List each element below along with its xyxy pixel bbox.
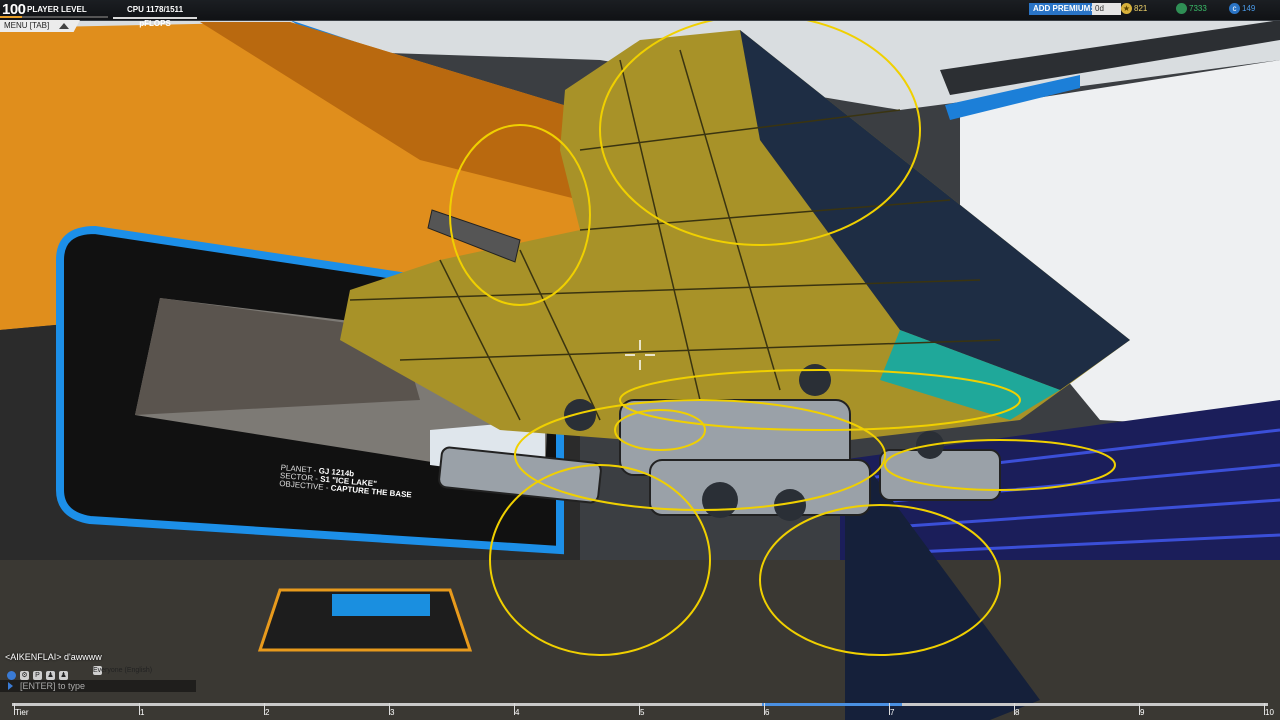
top-hud-bar: 100 PLAYER LEVEL CPU 1178/1511 pFLOPS AD…: [0, 0, 1280, 28]
garage-floor: [0, 560, 1280, 720]
tech-points-icon: [1176, 3, 1187, 15]
party-icon[interactable]: ⚙: [20, 671, 29, 681]
globe-icon[interactable]: [7, 671, 16, 681]
tier-track: [12, 703, 1268, 706]
tier-tick: Tier: [13, 703, 29, 717]
game-scene[interactable]: [0, 0, 1280, 720]
menu-button[interactable]: MENU [TAB]: [0, 20, 80, 32]
robits-star-icon: ★: [1121, 3, 1132, 15]
tier-tick: 5: [638, 703, 645, 717]
friend-icon[interactable]: ♟: [46, 671, 55, 681]
tier-tick: 4: [513, 703, 520, 717]
tier-tick: 3: [388, 703, 395, 717]
tier-tick: 2: [263, 703, 270, 717]
tier-tick: 8: [1013, 703, 1020, 717]
tech-points-counter: 7333: [1176, 3, 1207, 15]
chat-input-placeholder: [ENTER] to type: [20, 681, 86, 691]
tier-tick: 1: [138, 703, 145, 717]
tier-tick: 6: [763, 703, 770, 717]
tier-bar: Tier 1 2 3 4 5 6 7 8 9 10: [12, 701, 1274, 720]
premium-days: 0d: [1092, 3, 1121, 15]
tier-tick: 10: [1264, 703, 1274, 717]
chat-input[interactable]: [ENTER] to type: [0, 680, 196, 692]
floor-console-screen: [332, 594, 430, 616]
menu-label: MENU [TAB]: [4, 21, 50, 30]
chat-channel-label[interactable]: Everyone (English): [93, 666, 152, 675]
private-icon[interactable]: P: [33, 671, 42, 681]
xp-progress-bar: [0, 16, 108, 18]
robits-value: 821: [1134, 4, 1148, 13]
add-premium-button[interactable]: ADD PREMIUM:: [1029, 3, 1097, 15]
clan-icon[interactable]: ♟: [59, 671, 68, 681]
tier-tick: 7: [888, 703, 895, 717]
tier-highlight: [762, 703, 902, 706]
cpu-readout: CPU 1178/1511 pFLOPS: [113, 3, 197, 28]
xp-progress-fill: [0, 16, 22, 18]
cosmetic-credits-counter: c 149: [1229, 3, 1255, 15]
robits-counter: ★ 821: [1121, 3, 1147, 15]
tech-points-value: 7333: [1189, 4, 1207, 13]
chat-channel-bar: ⚙ P ♟ ♟ Everyone (English): [7, 666, 197, 681]
chat-arrow-icon: [8, 682, 13, 690]
cosmetic-credits-icon: c: [1229, 3, 1240, 15]
player-level-label: PLAYER LEVEL: [27, 5, 87, 14]
menu-arrow-icon: [59, 23, 69, 29]
cosmetic-credits-value: 149: [1242, 4, 1256, 13]
tier-tick: 9: [1138, 703, 1145, 717]
chat-message: <AIKENFLAI> d'awwww: [5, 652, 102, 662]
